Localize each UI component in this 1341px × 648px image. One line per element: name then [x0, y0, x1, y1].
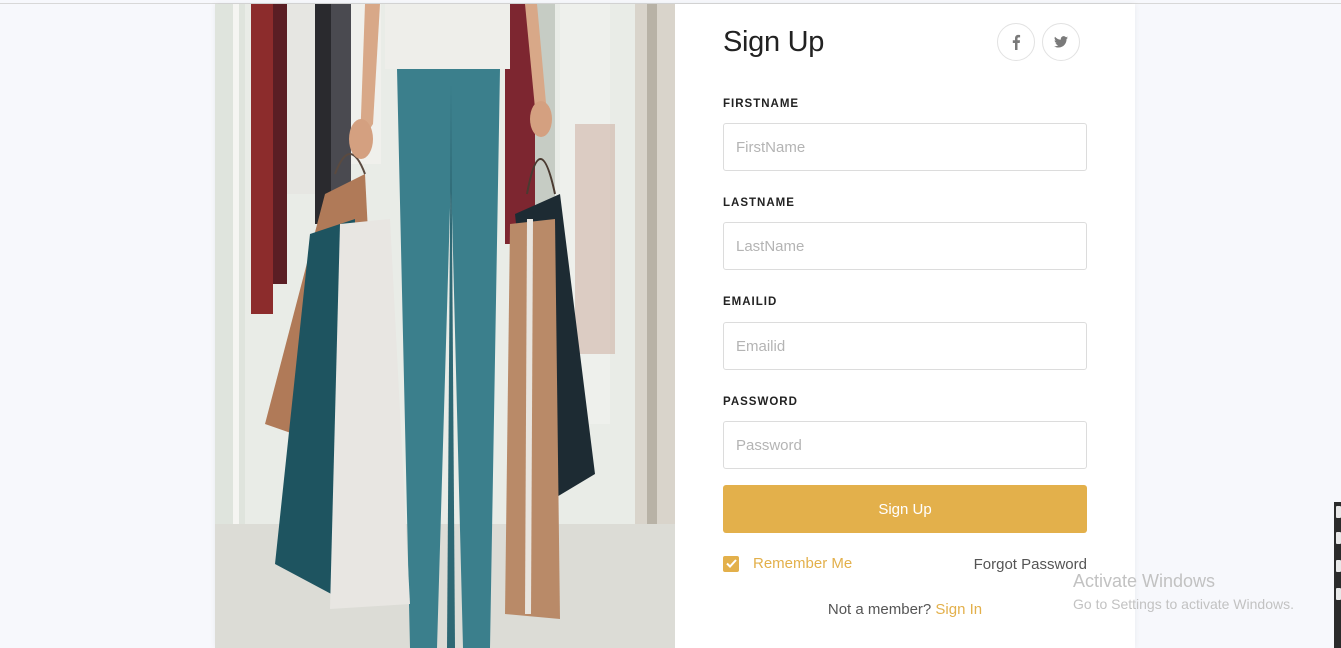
facebook-button[interactable]	[997, 23, 1035, 61]
remember-me-toggle[interactable]: Remember Me	[723, 555, 852, 572]
forgot-password-link[interactable]: Forgot Password	[974, 556, 1087, 573]
member-prompt: Not a member? Sign In	[723, 601, 1087, 618]
password-label: PASSWORD	[723, 396, 798, 408]
edge-panel-tab	[1336, 560, 1341, 572]
firstname-label: FIRSTNAME	[723, 98, 800, 110]
edge-panel-tab	[1336, 532, 1341, 544]
watermark-subtitle: Go to Settings to activate Windows.	[1073, 596, 1294, 612]
edge-panel-tab	[1336, 588, 1341, 600]
lastname-input[interactable]	[723, 222, 1087, 270]
shopping-bags-image	[215, 4, 675, 648]
lastname-label: LASTNAME	[723, 197, 795, 209]
watermark-title: Activate Windows	[1073, 571, 1216, 591]
email-label: EMAILID	[723, 296, 778, 308]
check-icon	[725, 559, 737, 568]
signup-card: Sign Up FIRSTNAME LASTNAME EMAILID PASSW…	[215, 4, 1135, 648]
twitter-button[interactable]	[1042, 23, 1080, 61]
member-prompt-text: Not a member?	[827, 601, 932, 618]
firstname-input[interactable]	[723, 123, 1087, 171]
remember-checkbox[interactable]	[723, 555, 739, 572]
email-input[interactable]	[723, 322, 1087, 370]
facebook-icon	[1012, 34, 1021, 50]
page-title: Sign Up	[723, 26, 825, 58]
remember-label: Remember Me	[753, 555, 853, 572]
signup-button[interactable]: Sign Up	[723, 485, 1087, 533]
twitter-icon	[1054, 36, 1068, 48]
edge-panel	[1334, 502, 1341, 648]
edge-panel-tab	[1336, 506, 1341, 518]
signin-link[interactable]: Sign In	[935, 601, 982, 618]
activate-windows-watermark: Activate Windows Go to Settings to activ…	[1073, 571, 1294, 612]
password-input[interactable]	[723, 421, 1087, 469]
